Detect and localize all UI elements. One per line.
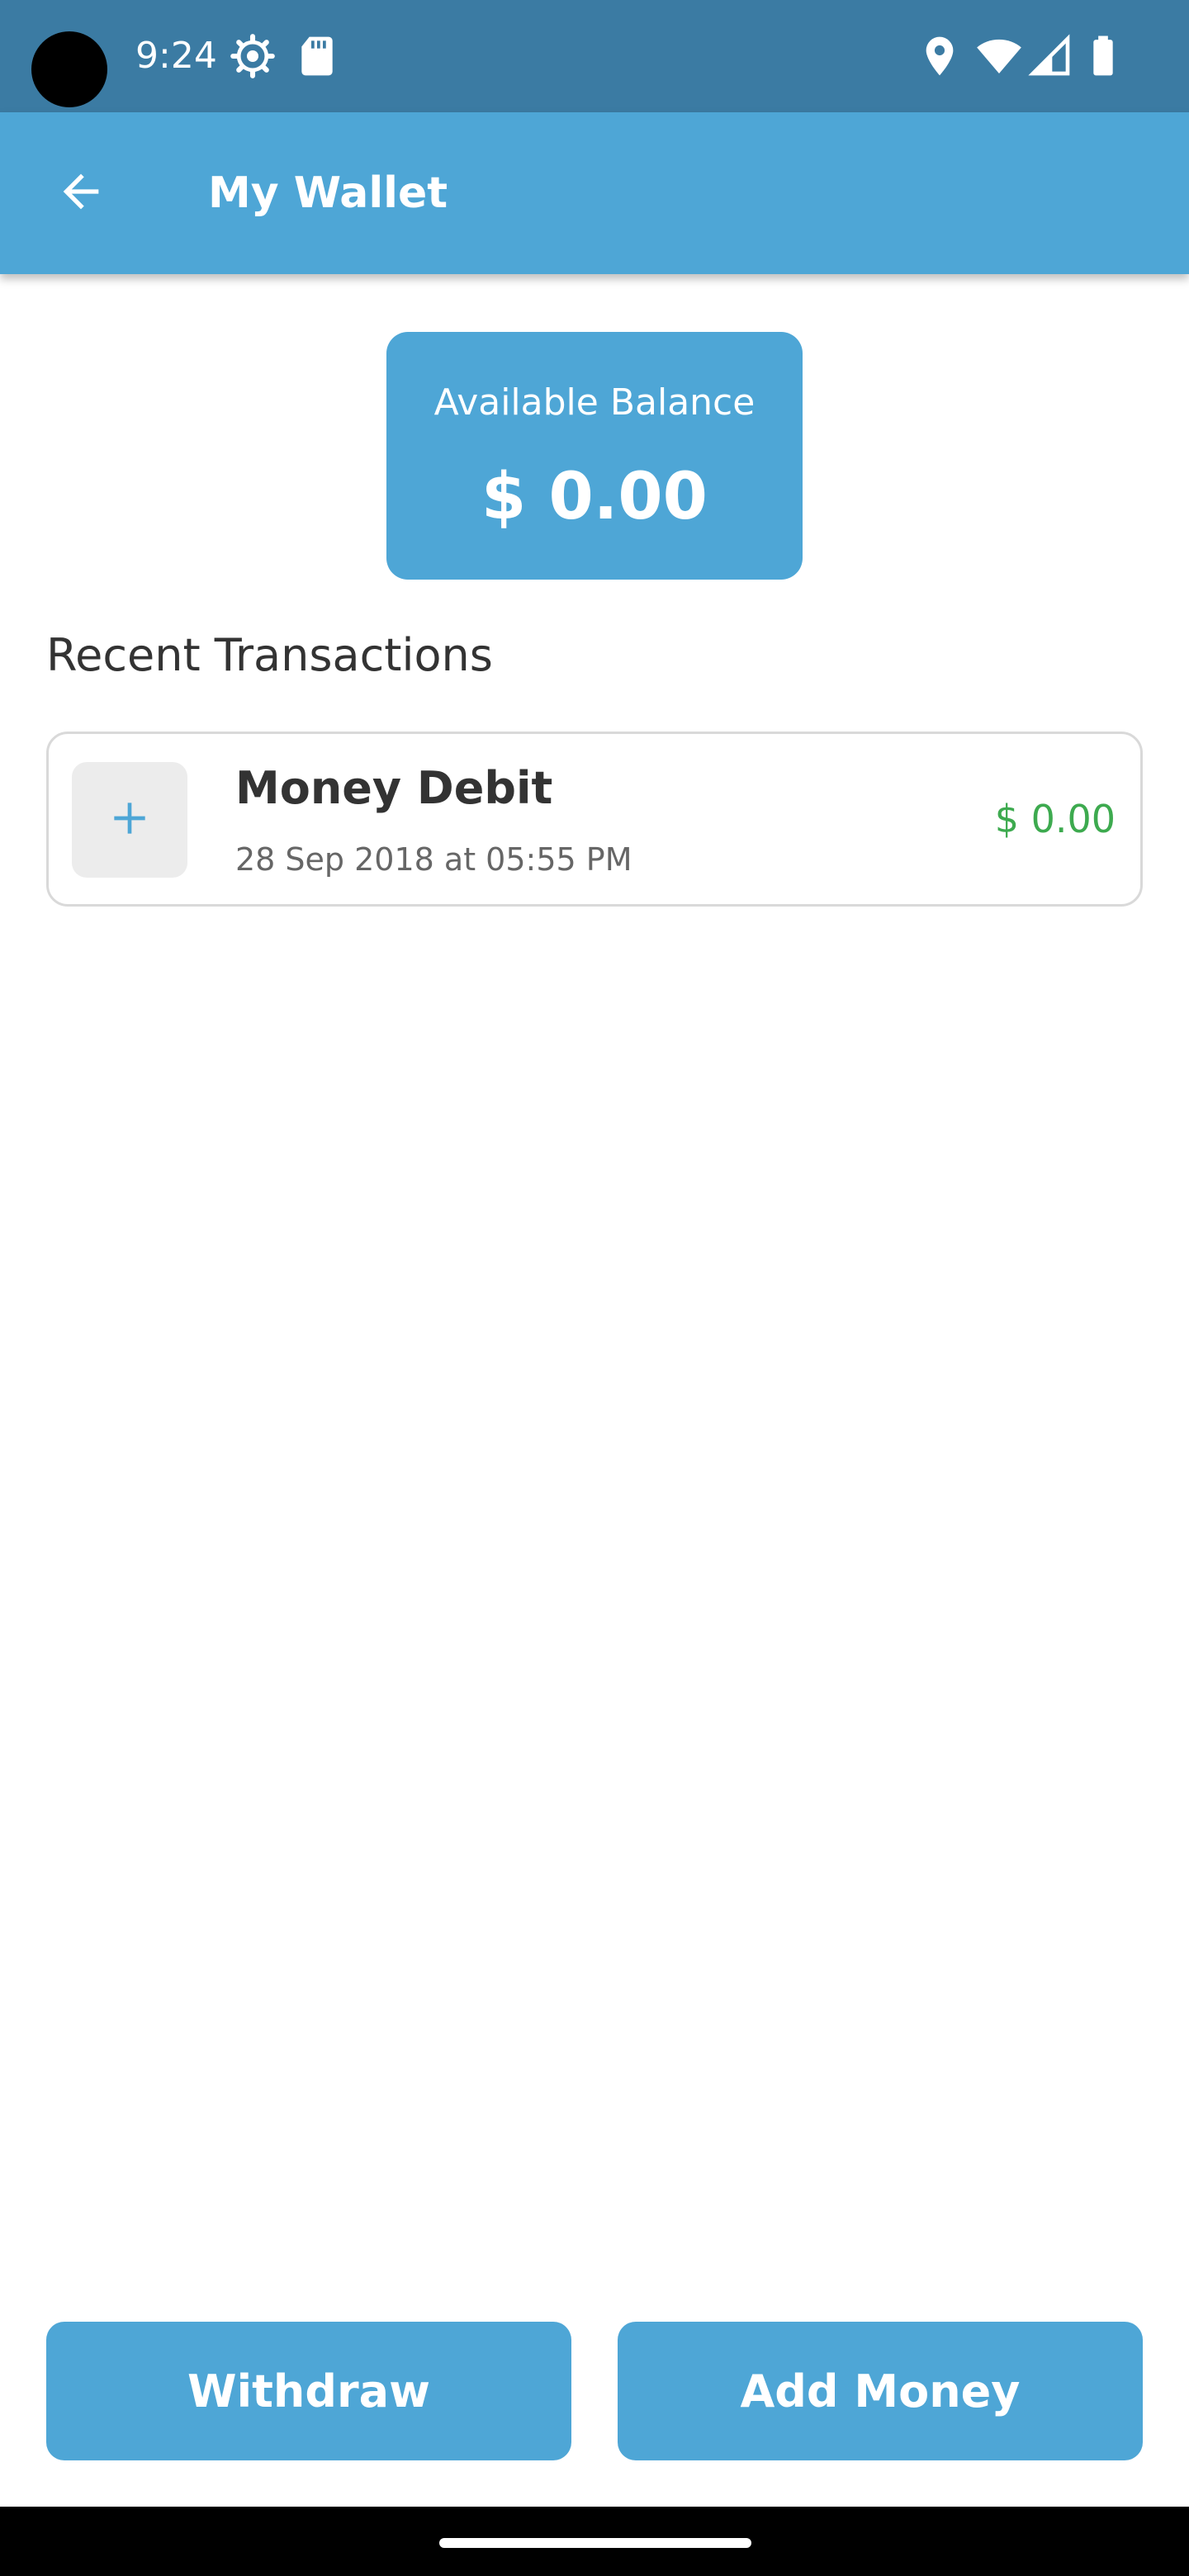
- back-button[interactable]: [43, 155, 119, 231]
- camera-cutout: [31, 31, 107, 107]
- balance-label: Available Balance: [433, 381, 756, 424]
- wifi-icon: [976, 33, 1022, 79]
- withdraw-button[interactable]: Withdraw: [46, 2322, 571, 2460]
- page-title: My Wallet: [208, 168, 448, 218]
- app-bar: My Wallet: [0, 112, 1189, 274]
- settings-icon: [230, 33, 276, 79]
- balance-amount: $ 0.00: [481, 460, 708, 534]
- battery-icon: [1080, 33, 1126, 79]
- status-time: 9:24: [135, 35, 217, 77]
- balance-card: Available Balance $ 0.00: [386, 332, 803, 580]
- transaction-date: 28 Sep 2018 at 05:55 PM: [235, 841, 632, 878]
- add-money-button[interactable]: Add Money: [618, 2322, 1143, 2460]
- signal-icon: [1027, 33, 1073, 79]
- status-bar: 9:24: [0, 0, 1189, 112]
- transaction-item[interactable]: Money Debit 28 Sep 2018 at 05:55 PM $ 0.…: [46, 732, 1143, 907]
- recent-transactions-title: Recent Transactions: [46, 629, 493, 681]
- system-nav-bar: [0, 2507, 1189, 2576]
- sd-card-icon: [294, 33, 340, 79]
- transaction-icon-box: [72, 762, 187, 878]
- home-indicator[interactable]: [439, 2538, 751, 2548]
- transaction-amount: $ 0.00: [994, 797, 1116, 841]
- arrow-back-icon: [54, 165, 107, 221]
- transaction-title: Money Debit: [235, 762, 553, 814]
- plus-icon: [107, 795, 153, 845]
- location-icon: [917, 33, 963, 79]
